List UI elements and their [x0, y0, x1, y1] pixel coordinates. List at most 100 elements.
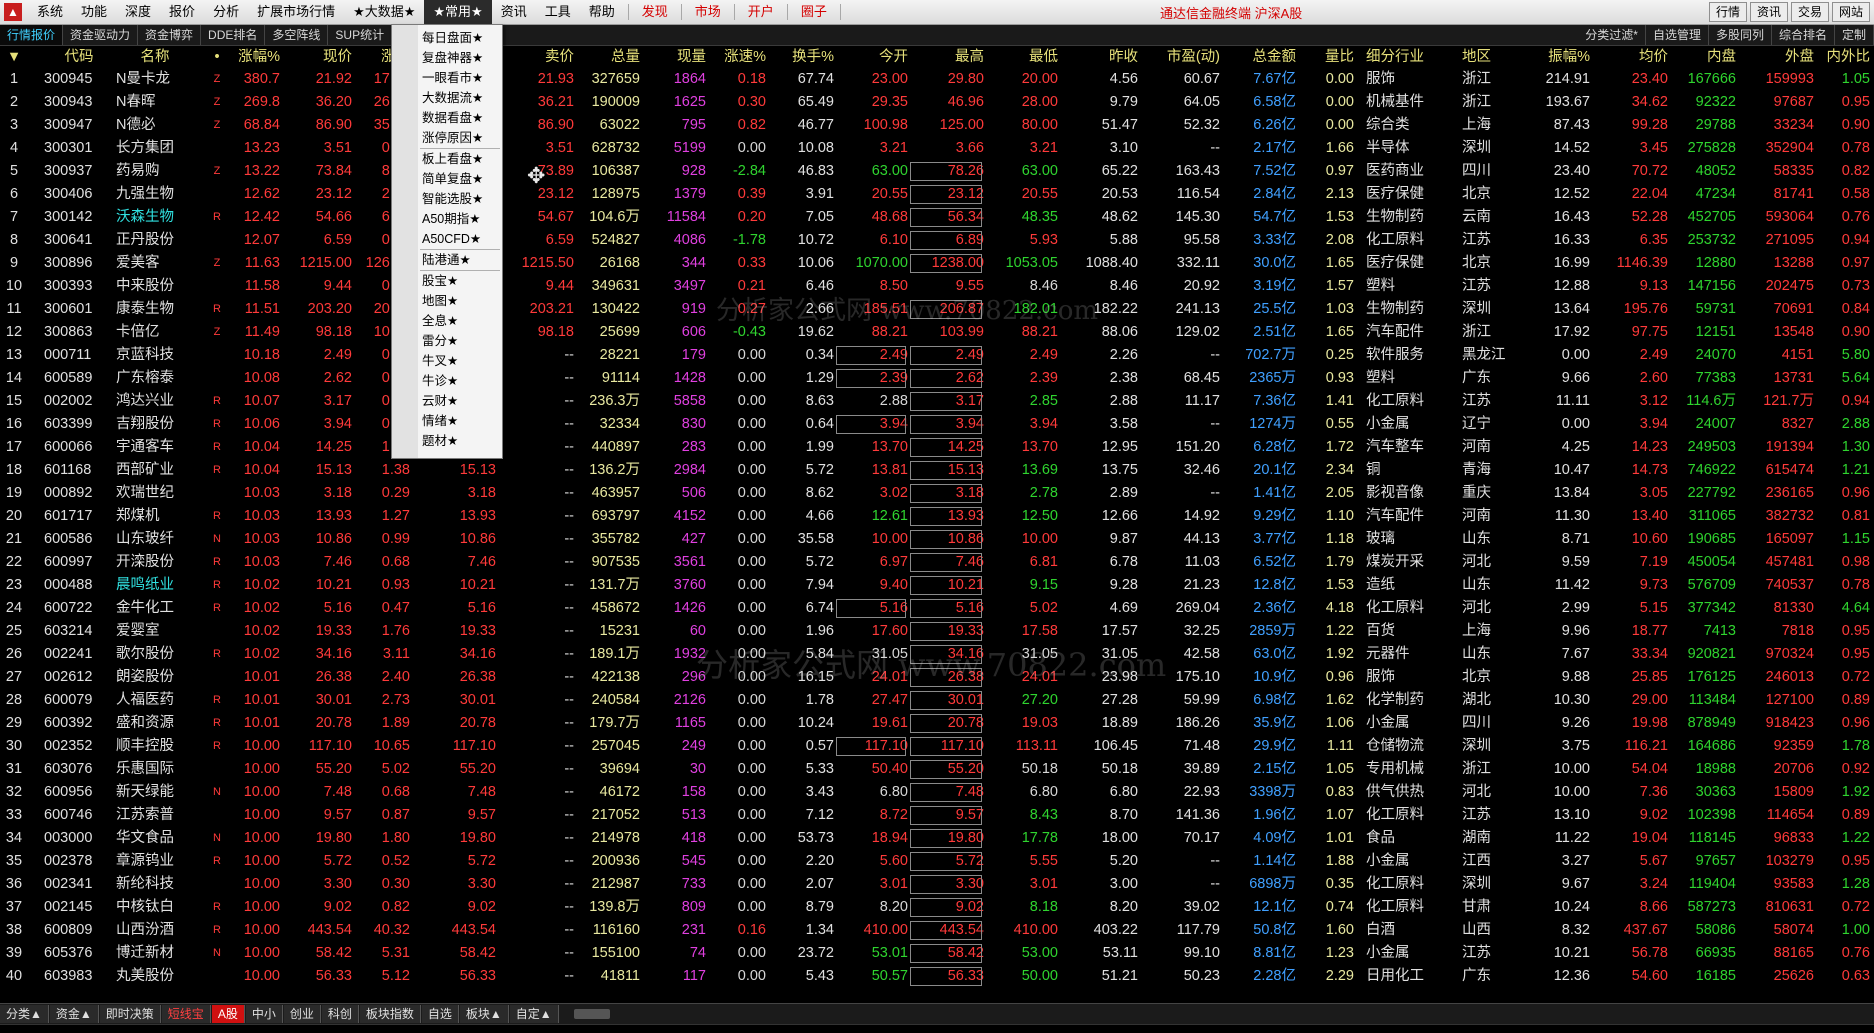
table-row[interactable]: 12300863卡倍亿Z11.4998.1810.1298.1798.18256…	[0, 321, 1874, 344]
tab-0[interactable]: 行情报价	[0, 25, 64, 45]
table-row[interactable]: 18 601168 西部矿业 R 10.04 15.13 1.38 15.13 -- 136.2万…	[0, 459, 1874, 482]
bottom-tab-3[interactable]: 短线宝	[161, 1005, 211, 1023]
menu-item-5[interactable]: 扩展市场行情	[248, 0, 344, 24]
bottom-tab-1[interactable]: 资金▲	[49, 1005, 99, 1023]
bottom-tab-6[interactable]: 创业	[283, 1005, 321, 1023]
table-row[interactable]: 37 002145 中核钛白 R 10.00 9.02 0.82 9.02 -- 139.8万 80…	[0, 896, 1874, 919]
table-row[interactable]: 17600066宇通客车R10.0414.251.3014.25--440897…	[0, 436, 1874, 459]
dropdown-item[interactable]: 云财★	[392, 391, 502, 411]
table-row[interactable]: 1300945N曼卡龙Z380.721.9217.3221.9121.93327…	[0, 68, 1874, 91]
table-row[interactable]: 21 600586 山东玻纤 N 10.03 10.86 0.99 10.86 -- 355782…	[0, 528, 1874, 551]
header-speed[interactable]: 涨速%	[708, 46, 766, 69]
bottom-tab-8[interactable]: 板块指数	[359, 1005, 421, 1023]
table-row[interactable]: 31 603076 乐惠国际 10.00 55.20 5.02 55.20 -- 39694 30…	[0, 758, 1874, 781]
table-row[interactable]: 29 600392 盛和资源 R 10.01 20.78 1.89 20.78 -- 179.7万…	[0, 712, 1874, 735]
menu-link-2[interactable]: 开户	[739, 0, 783, 24]
menu-item-6[interactable]: ★大数据★	[344, 0, 424, 24]
table-row[interactable]: 3300947N德必Z68.8486.9035.4386.8986.906302…	[0, 114, 1874, 137]
table-row[interactable]: 13000711京蓝科技10.182.490.232.49--282211790…	[0, 344, 1874, 367]
top-right-button-1[interactable]: 资讯	[1749, 2, 1788, 22]
table-row[interactable]: 24 600722 金牛化工 R 10.02 5.16 0.47 5.16 -- 458672 14…	[0, 597, 1874, 620]
menu-item-0[interactable]: 系统	[28, 0, 72, 24]
menu-item-4[interactable]: 分析	[204, 0, 248, 24]
header-open[interactable]: 今开	[834, 46, 908, 69]
header-cur-volume[interactable]: 现量	[642, 46, 706, 69]
bottom-tab-7[interactable]: 科创	[321, 1005, 359, 1023]
tab-5[interactable]: SUP统计	[328, 25, 393, 45]
horizontal-scrollbar[interactable]	[573, 1009, 610, 1019]
dropdown-item[interactable]: A50期指★	[392, 209, 502, 229]
header-high[interactable]: 最高	[908, 46, 984, 69]
dropdown-item[interactable]: 简单复盘★	[392, 169, 502, 189]
table-row[interactable]: 20 601717 郑煤机 R 10.03 13.93 1.27 13.93 -- 693797 4…	[0, 505, 1874, 528]
header-prev-close[interactable]: 昨收	[1060, 46, 1138, 69]
dropdown-item[interactable]: 复盘神器★	[392, 48, 502, 68]
header-turnover[interactable]: 换手%	[760, 46, 834, 69]
header-pe[interactable]: 市盈(动)	[1138, 46, 1220, 69]
tab-right-2[interactable]: 多股同列	[1709, 25, 1772, 45]
header-amplitude[interactable]: 振幅%	[1532, 46, 1590, 69]
table-row[interactable]: 28 600079 人福医药 R 10.01 30.01 2.73 30.01 -- 240584…	[0, 689, 1874, 712]
table-row[interactable]: 36 002341 新纶科技 10.00 3.30 0.30 3.30 -- 212987 733…	[0, 873, 1874, 896]
tab-right-4[interactable]: 定制	[1835, 25, 1874, 45]
top-right-button-2[interactable]: 交易	[1790, 2, 1829, 22]
bottom-tab-5[interactable]: 中小	[245, 1005, 283, 1023]
table-row[interactable]: 8300641正丹股份12.076.590.716.586.5952482740…	[0, 229, 1874, 252]
menu-link-1[interactable]: 市场	[686, 0, 730, 24]
table-row[interactable]: 38 600809 山西汾酒 R 10.00 443.54 40.32 443.54 -- 116…	[0, 919, 1874, 942]
header-outer-vol[interactable]: 外盘	[1738, 46, 1814, 69]
dropdown-item[interactable]: 题材★	[392, 431, 502, 451]
bottom-tab-4[interactable]: A股	[211, 1005, 245, 1023]
table-row[interactable]: 14600589广东榕泰10.082.620.242.62--911141428…	[0, 367, 1874, 390]
table-row[interactable]: 16603399吉翔股份R10.063.940.363.94--32334830…	[0, 413, 1874, 436]
dropdown-item[interactable]: 牛诊★	[392, 371, 502, 391]
menu-link-3[interactable]: 圈子	[792, 0, 836, 24]
dropdown-item[interactable]: 涨停原因★	[392, 128, 502, 148]
dropdown-item[interactable]: 陆港通★	[392, 250, 502, 270]
top-right-button-0[interactable]: 行情	[1708, 2, 1747, 22]
menu-item-7[interactable]: ★常用★	[424, 0, 492, 24]
header-avg-price[interactable]: 均价	[1592, 46, 1668, 69]
menu-item-8[interactable]: 资讯	[492, 0, 536, 24]
dropdown-item[interactable]: 每日盘面★	[392, 28, 502, 48]
table-row[interactable]: 10300393中来股份11.589.440.989.439.443496313…	[0, 275, 1874, 298]
dropdown-item[interactable]: 雷分★	[392, 331, 502, 351]
table-row[interactable]: 9300896爱美客Z11.631215.00126.611214.991215…	[0, 252, 1874, 275]
tab-right-1[interactable]: 自选管理	[1646, 25, 1709, 45]
top-right-button-3[interactable]: 网站	[1831, 2, 1870, 22]
bottom-tab-10[interactable]: 板块▲	[459, 1005, 509, 1023]
header-code[interactable]: 代码	[44, 46, 114, 69]
menu-item-3[interactable]: 报价	[160, 0, 204, 24]
menu-item-2[interactable]: 深度	[116, 0, 160, 24]
dropdown-item[interactable]: 智能选股★	[392, 189, 502, 209]
table-row[interactable]: 7300142沃森生物R12.4254.666.0454.6554.67104.…	[0, 206, 1874, 229]
header-region[interactable]: 地区	[1462, 46, 1534, 69]
table-row[interactable]: 22 600997 开滦股份 R 10.03 7.46 0.68 7.46 -- 907535 35…	[0, 551, 1874, 574]
tab-4[interactable]: 多空阵线	[265, 25, 329, 45]
table-row[interactable]: 4300301长方集团13.233.510.413.503.5162873251…	[0, 137, 1874, 160]
table-row[interactable]: 33 600746 江苏索普 10.00 9.57 0.87 9.57 -- 217052 513…	[0, 804, 1874, 827]
table-row[interactable]: 11300601康泰生物R11.51203.2020.98203.19203.2…	[0, 298, 1874, 321]
table-row[interactable]: 25 603214 爱婴室 10.02 19.33 1.76 19.33 -- 15231 60 0…	[0, 620, 1874, 643]
header-low[interactable]: 最低	[986, 46, 1058, 69]
menu-item-10[interactable]: 帮助	[580, 0, 624, 24]
table-row[interactable]: 40 603983 丸美股份 10.00 56.33 5.12 56.33 -- 41811 11…	[0, 965, 1874, 988]
menu-item-9[interactable]: 工具	[536, 0, 580, 24]
dropdown-item[interactable]: A50CFD★	[392, 229, 502, 249]
bottom-tab-2[interactable]: 即时决策	[99, 1005, 161, 1023]
dropdown-item[interactable]: 地图★	[392, 291, 502, 311]
sort-icon[interactable]: ▼	[0, 46, 28, 69]
header-vol-ratio[interactable]: 量比	[1298, 46, 1354, 69]
table-row[interactable]: 26 002241 歌尔股份 R 10.02 34.16 3.11 34.16 -- 189.1万…	[0, 643, 1874, 666]
dropdown-item[interactable]: 情绪★	[392, 411, 502, 431]
header-price[interactable]: 现价	[282, 46, 352, 69]
tab-right-3[interactable]: 综合排名	[1772, 25, 1835, 45]
bottom-tab-0[interactable]: 分类▲	[0, 1005, 49, 1023]
header-name[interactable]: 名称	[116, 46, 194, 69]
menu-link-0[interactable]: 发现	[633, 0, 677, 24]
table-row[interactable]: 30 002352 顺丰控股 R 10.00 117.10 10.65 117.10 -- 257…	[0, 735, 1874, 758]
header-change-pct[interactable]: 涨幅%	[222, 46, 280, 69]
dropdown-item[interactable]: 板上看盘★	[392, 149, 502, 169]
header-volume[interactable]: 总量	[578, 46, 640, 69]
dropdown-item[interactable]: 股宝★	[392, 271, 502, 291]
